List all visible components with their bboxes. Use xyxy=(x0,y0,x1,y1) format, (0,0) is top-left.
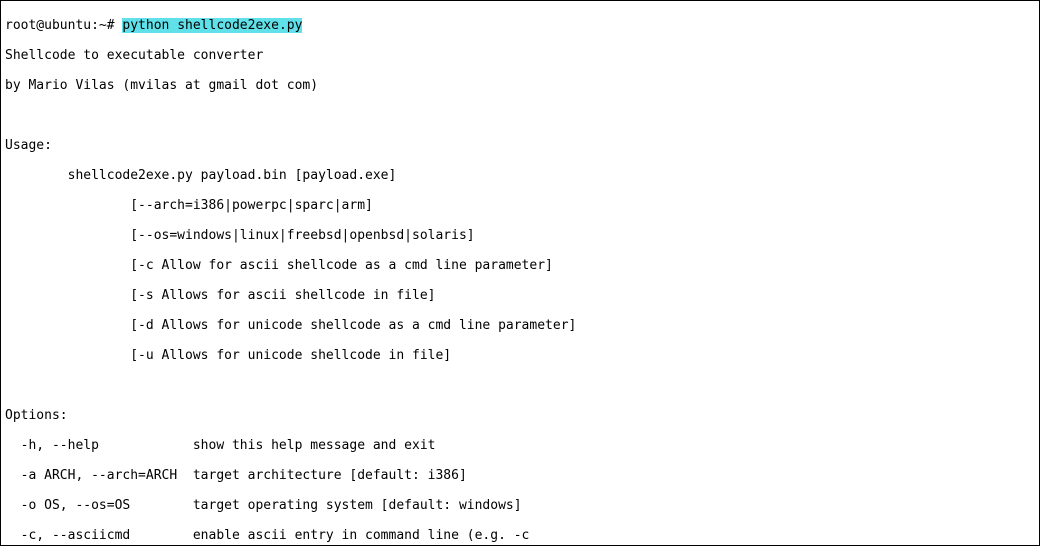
usage-os: [--os=windows|linux|freebsd|openbsd|sola… xyxy=(5,228,1035,243)
prompt-line-1: root@ubuntu:~# python shellcode2exe.py xyxy=(5,18,1035,33)
opt-os: -o OS, --os=OS target operating system [… xyxy=(5,498,1035,513)
usage-s: [-s Allows for ascii shellcode in file] xyxy=(5,288,1035,303)
usage-d: [-d Allows for unicode shellcode as a cm… xyxy=(5,318,1035,333)
opt-asciicmd-1: -c, --asciicmd enable ascii entry in com… xyxy=(5,528,1035,543)
prompt: root@ubuntu:~# xyxy=(5,18,122,33)
output-title: Shellcode to executable converter xyxy=(5,48,1035,63)
usage-u: [-u Allows for unicode shellcode in file… xyxy=(5,348,1035,363)
blank xyxy=(5,108,1035,123)
command-1: python shellcode2exe.py xyxy=(122,18,302,33)
usage-c: [-c Allow for ascii shellcode as a cmd l… xyxy=(5,258,1035,273)
usage-arch: [--arch=i386|powerpc|sparc|arm] xyxy=(5,198,1035,213)
options-label: Options: xyxy=(5,408,1035,423)
usage-label: Usage: xyxy=(5,138,1035,153)
terminal[interactable]: root@ubuntu:~# python shellcode2exe.py S… xyxy=(0,0,1040,546)
opt-arch: -a ARCH, --arch=ARCH target architecture… xyxy=(5,468,1035,483)
output-author: by Mario Vilas (mvilas at gmail dot com) xyxy=(5,78,1035,93)
usage-line: shellcode2exe.py payload.bin [payload.ex… xyxy=(5,168,1035,183)
opt-help: -h, --help show this help message and ex… xyxy=(5,438,1035,453)
blank xyxy=(5,378,1035,393)
